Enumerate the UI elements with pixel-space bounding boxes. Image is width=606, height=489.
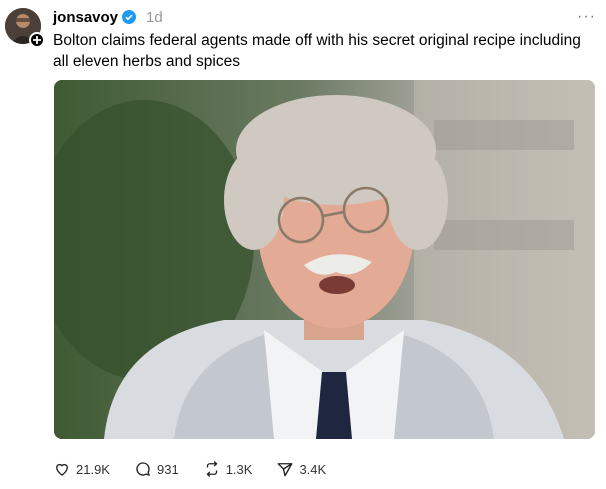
post-text: Bolton claims federal agents made off wi… xyxy=(53,32,581,70)
verified-badge-icon xyxy=(122,10,137,24)
plus-icon[interactable] xyxy=(29,32,45,48)
heart-icon xyxy=(56,463,68,476)
share-count: 3.4K xyxy=(299,461,327,477)
reply-button[interactable]: 931 xyxy=(134,460,179,478)
like-button[interactable]: 21.9K xyxy=(53,460,110,478)
repost-count: 1.3K xyxy=(225,461,253,477)
share-icon xyxy=(278,463,293,477)
post-time: 1d xyxy=(146,8,163,26)
action-bar: 21.9K 931 1.3K 3.4K xyxy=(53,460,350,478)
like-count: 21.9K xyxy=(76,461,110,477)
avatar[interactable] xyxy=(5,8,45,48)
reply-count: 931 xyxy=(156,461,179,477)
share-button[interactable]: 3.4K xyxy=(276,460,326,478)
more-options-button[interactable]: ··· xyxy=(577,8,596,26)
post-header: jonsavoy 1d ··· xyxy=(53,8,596,26)
username[interactable]: jonsavoy xyxy=(53,9,118,26)
repost-icon xyxy=(206,461,218,477)
repost-button[interactable]: 1.3K xyxy=(203,460,253,478)
comment-icon xyxy=(136,462,151,477)
post-image[interactable] xyxy=(54,80,595,439)
